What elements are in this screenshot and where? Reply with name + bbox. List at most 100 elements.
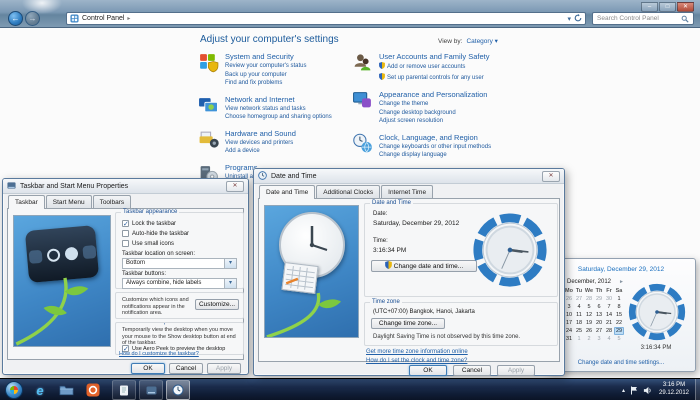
calendar-day[interactable]: 6 xyxy=(594,303,604,311)
ok-button[interactable]: OK xyxy=(131,363,165,374)
taskbar-dialog-close-icon[interactable]: ✕ xyxy=(226,181,244,192)
cp-link-change-the-theme[interactable]: Change the theme xyxy=(379,100,487,109)
calendar-day[interactable]: 2 xyxy=(584,335,594,343)
calendar-day[interactable]: 14 xyxy=(604,311,614,319)
start-button[interactable] xyxy=(5,381,23,399)
taskbar-help-link[interactable]: How do I customize the taskbar? xyxy=(119,351,199,357)
cp-link-change-keyboards-or-other-input-methods[interactable]: Change keyboards or other input methods xyxy=(379,143,491,152)
refresh-icon[interactable] xyxy=(574,13,582,24)
cp-link-choose-homegroup-and-sharing-options[interactable]: Choose homegroup and sharing options xyxy=(225,113,332,122)
cp-category-title-network-and-internet[interactable]: Network and Internet xyxy=(225,95,332,104)
calendar-day[interactable]: 3 xyxy=(564,303,574,311)
calendar-day[interactable]: 24 xyxy=(564,327,574,335)
taskbar-dialog-titlebar[interactable]: Taskbar and Start Menu Properties ✕ xyxy=(3,179,248,194)
apply-button[interactable]: Apply xyxy=(497,365,535,376)
calendar-day[interactable]: 11 xyxy=(574,311,584,319)
cp-link-view-devices-and-printers[interactable]: View devices and printers xyxy=(225,139,296,148)
calendar-day[interactable]: 4 xyxy=(604,335,614,343)
action-center-flag-icon[interactable] xyxy=(630,386,638,395)
taskbar-location-select[interactable]: Bottom xyxy=(122,258,237,269)
system-security-icon[interactable] xyxy=(198,52,219,73)
calendar-day[interactable]: 10 xyxy=(564,311,574,319)
cp-link-review-your-computer-s-status[interactable]: Review your computer's status xyxy=(225,62,307,71)
taskbar-dialog-tab-taskbar[interactable]: Taskbar xyxy=(8,195,45,209)
datetime-dialog-taskbar-button[interactable] xyxy=(166,380,190,400)
taskbar-clock[interactable]: 3:16 PM 29.12.2012 xyxy=(655,381,693,397)
user-accounts-icon[interactable] xyxy=(352,52,373,73)
cancel-button[interactable]: Cancel xyxy=(453,365,491,376)
calendar-day[interactable]: 22 xyxy=(614,319,624,327)
cp-category-title-clock-language-and-region[interactable]: Clock, Language, and Region xyxy=(379,133,491,142)
cp-category-title-hardware-and-sound[interactable]: Hardware and Sound xyxy=(225,129,296,138)
calendar-day[interactable]: 5 xyxy=(614,335,624,343)
calendar-next-icon[interactable]: ► xyxy=(619,279,624,285)
show-desktop-button[interactable] xyxy=(695,379,700,400)
calendar-day[interactable]: 19 xyxy=(584,319,594,327)
calendar-day[interactable]: 1 xyxy=(574,335,584,343)
cp-link-change-display-language[interactable]: Change display language xyxy=(379,151,491,160)
cp-link-add-or-remove-user-accounts[interactable]: Add or remove user accounts xyxy=(379,62,489,73)
ok-button[interactable]: OK xyxy=(409,365,447,376)
checkbox-lock-the-taskbar[interactable]: Lock the taskbar xyxy=(122,220,176,228)
datetime-dialog-titlebar[interactable]: Date and Time ✕ xyxy=(254,169,564,184)
datetime-dialog-close-icon[interactable]: ✕ xyxy=(542,171,560,182)
cancel-button[interactable]: Cancel xyxy=(169,363,203,374)
cp-category-title-user-accounts-and-family-safety[interactable]: User Accounts and Family Safety xyxy=(379,52,489,61)
clock-help-link[interactable]: How do I set the clock and time zone? xyxy=(366,358,467,364)
calendar-day[interactable]: 30 xyxy=(604,295,614,303)
calendar-day[interactable]: 7 xyxy=(604,303,614,311)
calendar-day[interactable]: 13 xyxy=(594,311,604,319)
cp-link-add-a-device[interactable]: Add a device xyxy=(225,147,296,156)
customize-button[interactable]: Customize... xyxy=(195,299,239,310)
datetime-dialog-tab-additional-clocks[interactable]: Additional Clocks xyxy=(316,185,381,198)
calendar-day[interactable]: 4 xyxy=(574,303,584,311)
calendar-day[interactable]: 31 xyxy=(564,335,574,343)
cp-link-change-desktop-background[interactable]: Change desktop background xyxy=(379,109,487,118)
timezone-info-link[interactable]: Get more time zone information online xyxy=(366,349,468,355)
media-player-icon[interactable] xyxy=(85,382,101,398)
explorer-folder-icon[interactable] xyxy=(58,382,74,398)
calendar-day[interactable]: 28 xyxy=(584,295,594,303)
calendar-day[interactable]: 26 xyxy=(584,327,594,335)
calendar-day[interactable]: 27 xyxy=(574,295,584,303)
internet-explorer-icon[interactable]: e xyxy=(32,382,48,398)
hardware-sound-icon[interactable] xyxy=(198,129,219,150)
cp-link-set-up-parental-controls-for-any-user[interactable]: Set up parental controls for any user xyxy=(379,72,489,84)
calendar-month-label[interactable]: December, 2012 xyxy=(559,279,619,285)
cp-link-adjust-screen-resolution[interactable]: Adjust screen resolution xyxy=(379,117,487,126)
address-dropdown-icon[interactable]: ▾ xyxy=(567,15,571,23)
volume-icon[interactable] xyxy=(643,386,652,395)
calendar-day[interactable]: 3 xyxy=(594,335,604,343)
taskbar-dialog-tab-toolbars[interactable]: Toolbars xyxy=(92,195,132,208)
calendar-day[interactable]: 15 xyxy=(614,311,624,319)
calendar-day[interactable]: 12 xyxy=(584,311,594,319)
calendar-day[interactable]: 29 xyxy=(614,327,624,335)
cp-link-find-and-fix-problems[interactable]: Find and fix problems xyxy=(225,79,307,88)
calendar-day[interactable]: 17 xyxy=(564,319,574,327)
calendar-day[interactable]: 20 xyxy=(594,319,604,327)
datetime-dialog-tab-internet-time[interactable]: Internet Time xyxy=(381,185,434,198)
calendar-day[interactable]: 5 xyxy=(584,303,594,311)
app-window-button-1[interactable] xyxy=(112,380,136,400)
change-datetime-settings-link[interactable]: Change date and time settings... xyxy=(547,360,695,366)
calendar-day[interactable]: 29 xyxy=(594,295,604,303)
calendar-day[interactable]: 27 xyxy=(594,327,604,335)
breadcrumb[interactable]: Control Panel xyxy=(82,15,124,22)
calendar-day[interactable]: 1 xyxy=(614,295,624,303)
taskbar-dialog-tab-start-menu[interactable]: Start Menu xyxy=(45,195,92,208)
apply-button[interactable]: Apply xyxy=(207,363,241,374)
network-internet-icon[interactable] xyxy=(198,95,219,116)
cp-category-title-system-and-security[interactable]: System and Security xyxy=(225,52,307,61)
change-timezone-button[interactable]: Change time zone... xyxy=(371,318,445,329)
calendar-day[interactable]: 28 xyxy=(604,327,614,335)
cp-link-view-network-status-and-tasks[interactable]: View network status and tasks xyxy=(225,105,332,114)
change-datetime-button[interactable]: Change date and time... xyxy=(371,260,477,272)
forward-button[interactable]: → xyxy=(25,11,40,26)
tray-expand-icon[interactable]: ▴ xyxy=(622,387,625,394)
search-box[interactable]: Search Control Panel xyxy=(592,12,694,25)
address-bar[interactable]: Control Panel ▸ ▾ xyxy=(66,12,586,25)
calendar-day[interactable]: 18 xyxy=(574,319,584,327)
calendar-day[interactable]: 26 xyxy=(564,295,574,303)
checkbox-use-small-icons[interactable]: Use small icons xyxy=(122,240,174,247)
checkbox-auto-hide-the-taskbar[interactable]: Auto-hide the taskbar xyxy=(122,230,189,237)
